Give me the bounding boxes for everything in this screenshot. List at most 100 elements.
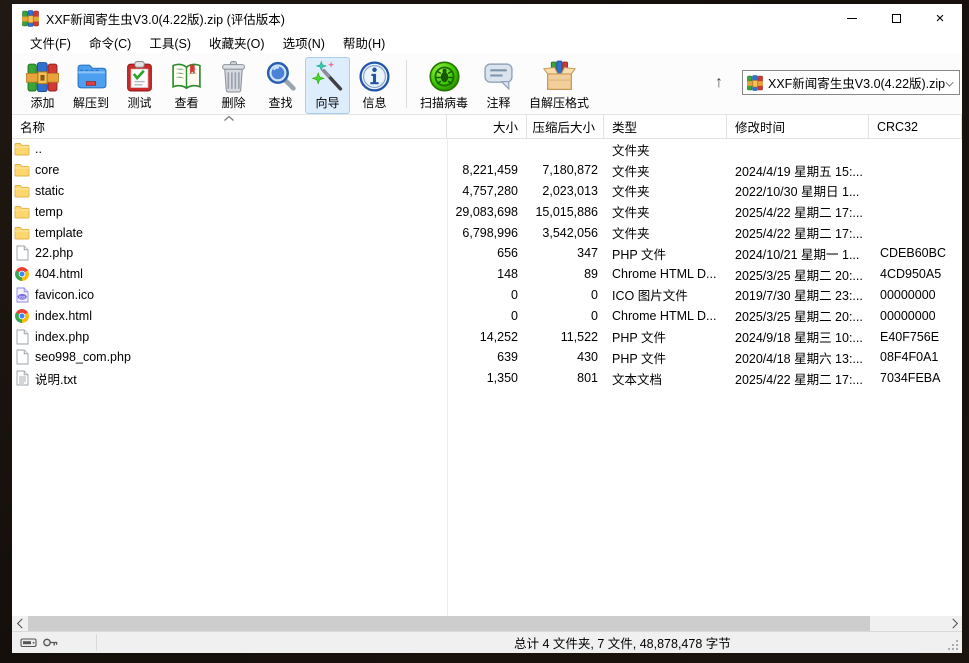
extract-to-button[interactable]: 解压到 (67, 57, 115, 114)
file-size: 639 (447, 350, 527, 364)
column-header-crc32[interactable]: CRC32 (869, 115, 962, 138)
file-name: template (35, 226, 83, 240)
resize-grip[interactable] (956, 648, 958, 650)
file-modified-time: 2024/4/19 星期五 15:... (727, 161, 869, 180)
table-row[interactable]: static 4,757,280 2,023,013 文件夹 2022/10/3… (12, 181, 962, 202)
chevron-right-icon (948, 619, 958, 629)
menu-favorites[interactable]: 收藏夹(O) (200, 31, 274, 54)
magnifier-icon (264, 60, 297, 93)
file-modified-time: 2020/4/18 星期六 13:... (727, 348, 869, 367)
comment-button[interactable]: 注释 (476, 57, 521, 114)
table-row[interactable]: 说明.txt 1,350 801 文本文档 2025/4/22 星期二 17:.… (12, 368, 962, 389)
file-modified-time: 2025/3/25 星期二 20:... (727, 265, 869, 284)
file-name: index.html (35, 309, 92, 323)
file-type: 文件夹 (604, 140, 727, 159)
file-name: 说明.txt (35, 369, 77, 388)
file-crc32: 4CD950A5 (869, 267, 962, 281)
title-bar: XXF新闻寄生虫V3.0(4.22版).zip (评估版本) × (12, 4, 962, 32)
file-size: 4,757,280 (447, 184, 527, 198)
virus-scan-icon (428, 60, 461, 93)
table-row[interactable]: 404.html 148 89 Chrome HTML D... 2025/3/… (12, 264, 962, 285)
file-crc32: 08F4F0A1 (869, 350, 962, 364)
column-header-size[interactable]: 大小 (447, 115, 527, 138)
menu-file[interactable]: 文件(F) (21, 31, 80, 54)
file-packed-size: 7,180,872 (527, 163, 604, 177)
menu-tools[interactable]: 工具(S) (140, 31, 200, 54)
file-size: 0 (447, 309, 527, 323)
file-name: core (35, 163, 59, 177)
maximize-button[interactable] (874, 4, 918, 32)
toolbar-right-group: ↑ XXF新闻寄生虫V3.0(4.22版).zip (711, 70, 960, 95)
scroll-right-button[interactable] (946, 616, 962, 631)
table-row[interactable]: temp 29,083,698 15,015,886 文件夹 2025/4/22… (12, 201, 962, 222)
up-one-level-button[interactable]: ↑ (711, 74, 727, 92)
file-size: 0 (447, 288, 527, 302)
ico-image-icon (14, 287, 30, 303)
table-row[interactable]: template 6,798,996 3,542,056 文件夹 2025/4/… (12, 222, 962, 243)
file-name: favicon.ico (35, 288, 94, 302)
text-file-icon (14, 370, 30, 386)
wizard-button[interactable]: 向导 (305, 57, 350, 114)
menu-help[interactable]: 帮助(H) (334, 31, 394, 54)
archive-address-combobox[interactable]: XXF新闻寄生虫V3.0(4.22版).zip (742, 70, 960, 95)
file-size: 148 (447, 267, 527, 281)
table-row[interactable]: seo998_com.php 639 430 PHP 文件 2020/4/18 … (12, 347, 962, 368)
file-type: 文本文档 (604, 369, 727, 388)
file-modified-time: 2024/10/21 星期一 1... (727, 244, 869, 263)
column-header-modified[interactable]: 修改时间 (727, 115, 869, 138)
horizontal-scrollbar[interactable] (12, 616, 962, 631)
column-header-type[interactable]: 类型 (604, 115, 727, 138)
scroll-left-button[interactable] (12, 616, 28, 631)
comment-bubble-icon (482, 60, 515, 93)
file-name: 22.php (35, 246, 73, 260)
scrollbar-thumb[interactable] (28, 616, 870, 631)
scan-virus-button[interactable]: 扫描病毒 (414, 57, 474, 114)
folder-icon (14, 204, 30, 220)
file-modified-time: 2024/9/18 星期三 10:... (727, 327, 869, 346)
file-list: .. 文件夹 core 8,221,459 7,180,872 文件夹 2024… (12, 139, 962, 616)
test-button[interactable]: 测试 (117, 57, 162, 114)
file-size: 6,798,996 (447, 226, 527, 240)
table-row[interactable]: index.php 14,252 11,522 PHP 文件 2024/9/18… (12, 326, 962, 347)
file-type: PHP 文件 (604, 348, 727, 367)
menu-options[interactable]: 选项(N) (274, 31, 334, 54)
table-row[interactable]: core 8,221,459 7,180,872 文件夹 2024/4/19 星… (12, 160, 962, 181)
folder-icon (14, 225, 30, 241)
trash-icon (217, 60, 250, 93)
column-header-row: 名称大小压缩后大小类型修改时间CRC32 (12, 115, 962, 139)
file-type: Chrome HTML D... (604, 309, 727, 323)
table-row[interactable]: 22.php 656 347 PHP 文件 2024/10/21 星期一 1..… (12, 243, 962, 264)
key-icon[interactable] (42, 635, 59, 650)
file-modified-time: 2019/7/30 星期二 23:... (727, 285, 869, 304)
chevron-left-icon (16, 619, 26, 629)
file-type: PHP 文件 (604, 327, 727, 346)
close-button[interactable]: × (918, 4, 962, 32)
sfx-button[interactable]: 自解压格式 (523, 57, 595, 114)
column-header-packed[interactable]: 压缩后大小 (527, 115, 604, 138)
table-row[interactable]: .. 文件夹 (12, 139, 962, 160)
file-size: 8,221,459 (447, 163, 527, 177)
add-button[interactable]: 添加 (20, 57, 65, 114)
info-button[interactable]: 信息 (352, 57, 397, 114)
php-file-icon (14, 329, 30, 345)
find-button[interactable]: 查找 (258, 57, 303, 114)
table-row[interactable]: favicon.ico 0 0 ICO 图片文件 2019/7/30 星期二 2… (12, 285, 962, 306)
chrome-html-icon (14, 308, 30, 324)
table-row[interactable]: index.html 0 0 Chrome HTML D... 2025/3/2… (12, 305, 962, 326)
file-packed-size: 2,023,013 (527, 184, 604, 198)
file-packed-size: 89 (527, 267, 604, 281)
archive-add-icon (26, 60, 59, 93)
file-type: Chrome HTML D... (604, 267, 727, 281)
file-type: 文件夹 (604, 161, 727, 180)
minimize-button[interactable] (830, 4, 874, 32)
info-circle-icon (358, 60, 391, 93)
menu-commands[interactable]: 命令(C) (80, 31, 140, 54)
toolbar-separator (406, 60, 407, 108)
file-type: ICO 图片文件 (604, 285, 727, 304)
close-icon: × (936, 11, 945, 26)
archive-address-value: XXF新闻寄生虫V3.0(4.22版).zip (768, 73, 945, 92)
file-modified-time: 2025/4/22 星期二 17:... (727, 369, 869, 388)
file-crc32: 7034FEBA (869, 371, 962, 385)
view-button[interactable]: 查看 (164, 57, 209, 114)
delete-button[interactable]: 删除 (211, 57, 256, 114)
